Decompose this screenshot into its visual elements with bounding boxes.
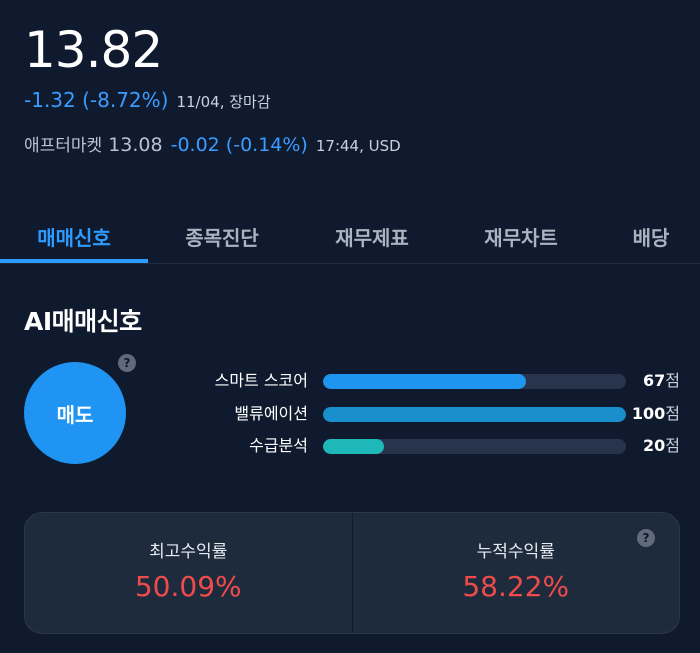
section-title: AI매매신호 [24,307,142,336]
score-label: 스마트 스코어 [214,371,308,390]
after-market-row: 애프터마켓 13.08 -0.02 (-0.14%) 17:44, USD [24,131,401,159]
after-market-label: 애프터마켓 [24,136,103,156]
tab-trading-signal[interactable]: 매매신호 [0,214,148,264]
max-return: 최고수익률 50.09% [25,513,352,633]
cumulative-return-label: 누적수익률 [476,542,555,562]
cumulative-return-value: 58.22% [462,570,570,603]
price-change-row: -1.32 (-8.72%) 11/04, 장마감 [24,88,271,116]
after-market-price: 13.08 [108,134,163,156]
score-track [323,407,626,422]
question-icon[interactable]: ? [637,529,655,547]
cumulative-return: 누적수익률 58.22% ? [353,513,680,633]
score-row-smart-score: 스마트 스코어 67점 [170,370,690,392]
date-status: 11/04, 장마감 [176,93,271,111]
returns-card: 최고수익률 50.09% 누적수익률 58.22% ? [24,512,680,634]
question-icon[interactable]: ? [118,354,136,372]
score-fill [323,407,626,422]
current-price: 13.82 [24,21,163,79]
signal-label: 매도 [56,402,94,427]
score-row-valuation: 밸류에이션 100점 [170,403,690,425]
score-value: 20점 [643,436,680,455]
score-track [323,439,626,454]
after-market-change: -0.02 (-0.14%) [170,134,308,156]
score-value: 100점 [631,404,680,423]
tab-financial-statements[interactable]: 재무제표 [296,214,448,264]
signal-badge: 매도 [24,362,126,464]
after-market-time: 17:44, USD [315,137,401,155]
tab-financial-chart[interactable]: 재무차트 [446,214,596,264]
score-label: 수급분석 [249,436,308,455]
max-return-label: 최고수익률 [149,542,228,562]
tab-bar: 매매신호 종목진단 재무제표 재무차트 배당 [0,214,700,264]
score-row-supply-demand: 수급분석 20점 [170,435,690,457]
tab-dividend[interactable]: 배당 [596,214,700,264]
score-track [323,374,626,389]
max-return-value: 50.09% [134,570,242,603]
score-fill [323,374,526,389]
score-label: 밸류에이션 [234,404,308,423]
tab-stock-diagnosis[interactable]: 종목진단 [148,214,296,264]
price-change: -1.32 (-8.72%) [24,88,169,112]
score-value: 67점 [643,371,680,390]
score-fill [323,439,384,454]
active-tab-indicator [0,259,148,263]
